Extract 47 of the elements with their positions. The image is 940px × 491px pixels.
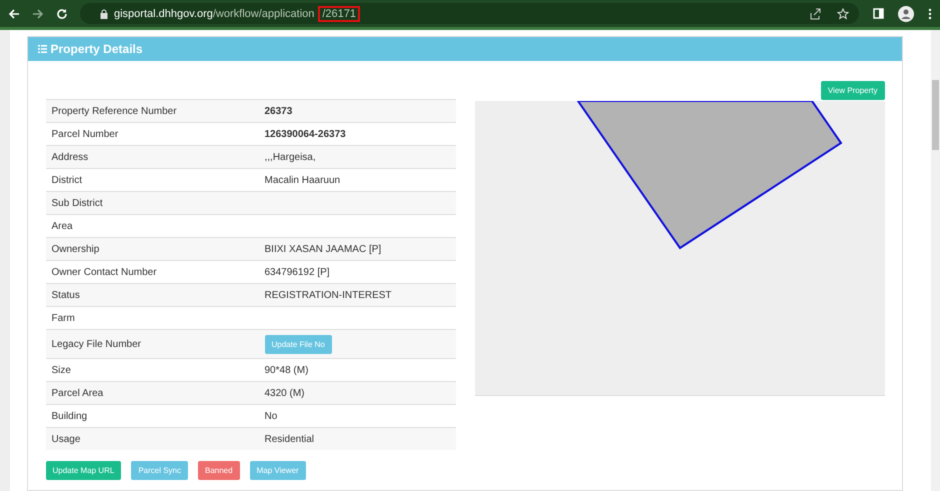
field-value: BIIXI XASAN JAAMAC [P] xyxy=(264,244,382,254)
action-button[interactable]: Banned xyxy=(198,461,240,480)
field-label: Sub District xyxy=(50,198,104,208)
panel-title: Property Details xyxy=(50,42,143,56)
reload-icon[interactable] xyxy=(56,8,68,20)
address-bar[interactable]: gisportal.dhhgov.org/workflow/application /26171 xyxy=(80,3,859,24)
url-text: gisportal.dhhgov.org/workflow/application xyxy=(114,8,314,20)
action-button[interactable]: Map Viewer xyxy=(250,461,306,480)
star-icon[interactable] xyxy=(837,8,849,20)
field-label: Building xyxy=(50,410,88,422)
field-label: Status xyxy=(50,290,81,300)
field-label: Property Reference Number xyxy=(50,106,178,116)
field-label: Owner Contact Number xyxy=(50,266,158,278)
view-property-button[interactable]: View Property xyxy=(820,81,884,100)
field-label: Usage xyxy=(50,434,82,444)
field-label: Address xyxy=(50,152,90,162)
field-value: Macalin Haaruun xyxy=(264,174,340,186)
field-label: Farm xyxy=(50,312,76,324)
menu-icon[interactable] xyxy=(928,8,932,20)
field-value: 90*48 (M) xyxy=(264,364,308,376)
field-label: Parcel Area xyxy=(50,388,104,398)
field-value: 4320 (M) xyxy=(264,388,305,398)
field-value: 26373 xyxy=(264,106,292,116)
field-label: Ownership xyxy=(50,244,100,254)
share-icon[interactable] xyxy=(809,8,821,20)
field-label: Area xyxy=(50,220,74,232)
action-button[interactable]: Parcel Sync xyxy=(131,461,188,480)
avatar-icon[interactable] xyxy=(898,6,914,22)
field-value: 126390064-26373 xyxy=(264,128,346,140)
update-file-button[interactable]: Update File No xyxy=(264,334,332,354)
field-value: REGISTRATION-INTEREST xyxy=(264,290,392,300)
side-panel-icon[interactable] xyxy=(873,8,884,19)
field-label: Legacy File Number xyxy=(50,338,142,350)
field-label: Parcel Number xyxy=(50,128,120,140)
highlighted-url-text: /26171 xyxy=(318,6,360,22)
field-label: District xyxy=(50,174,84,186)
list-icon xyxy=(38,45,46,53)
action-button[interactable]: Update Map URL xyxy=(46,461,122,480)
scrollbar[interactable] xyxy=(930,30,940,491)
lock-icon xyxy=(100,8,108,18)
forward-icon[interactable] xyxy=(32,8,44,20)
field-value: No xyxy=(264,410,278,422)
field-value: 634796192 [P] xyxy=(264,266,330,278)
field-value: Residential xyxy=(264,434,314,444)
field-value: ,,,Hargeisa, xyxy=(264,152,316,162)
field-label: Size xyxy=(50,364,72,376)
back-icon[interactable] xyxy=(8,8,20,20)
